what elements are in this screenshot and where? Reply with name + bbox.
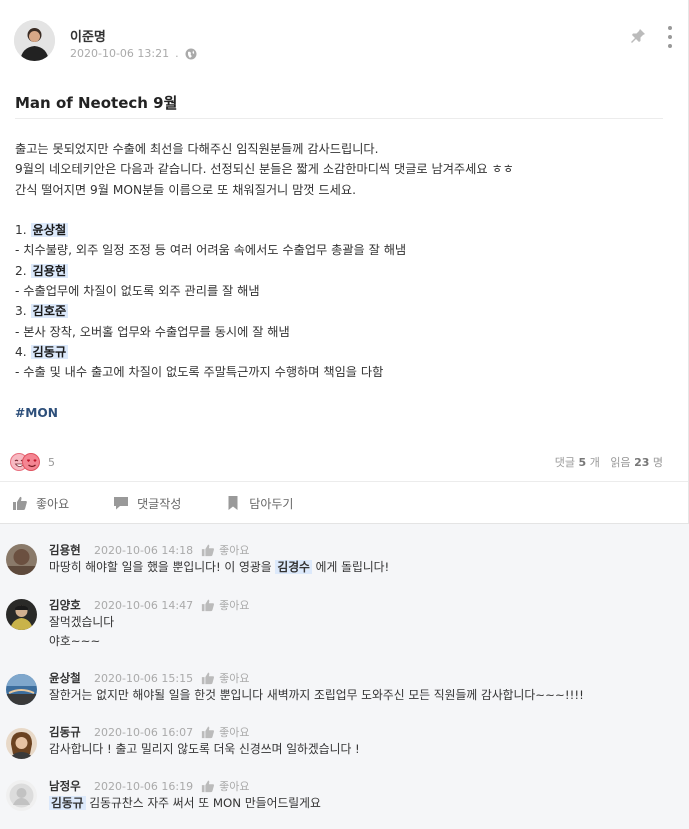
reaction-count[interactable]: 5	[48, 456, 55, 469]
thumbs-up-icon	[202, 726, 215, 739]
comment-timestamp: 2020-10-06 16:19	[94, 779, 194, 793]
winner-heading: 1. 윤상철	[15, 223, 69, 238]
divider	[0, 481, 688, 482]
mention-tag[interactable]: 김동규	[49, 796, 86, 810]
commenter-name[interactable]: 남정우	[49, 778, 81, 794]
post-stats: 댓글 5 개 읽음 23 명	[554, 456, 663, 469]
commenter-name[interactable]: 김용현	[49, 542, 81, 558]
thumbs-up-icon	[13, 496, 27, 510]
intro-line: 9월의 네오테키안은 다음과 같습니다. 선정되신 분들은 짧게 소감한마디씩 …	[15, 162, 514, 177]
comment-meta: 2020-10-06 16:19 좋아요	[94, 778, 250, 794]
comment-timestamp: 2020-10-06 14:18	[94, 543, 194, 557]
post-header: 이준명 2020-10-06 13:21 .	[14, 20, 674, 64]
divider	[15, 118, 663, 119]
comment-timestamp: 2020-10-06 14:47	[94, 598, 194, 612]
commenter-avatar[interactable]	[6, 728, 37, 759]
comment-text: 김동규 김동규찬스 자주 써서 또 MON 만들어드릴게요	[49, 796, 321, 810]
author-avatar[interactable]	[14, 20, 55, 61]
winner-heading: 3. 김호준	[15, 304, 69, 319]
post-meta: 2020-10-06 13:21 .	[70, 47, 197, 60]
post-body: 출고는 못되었지만 수출에 최선을 다해주신 임직원분들께 감사드립니다. 9월…	[15, 139, 668, 423]
comment-item: 김용현 2020-10-06 14:18 좋아요 마땅히 해야할 일을 했을 뿐…	[0, 542, 689, 592]
post-title: Man of Neotech 9월	[15, 94, 178, 112]
like-button[interactable]: 좋아요	[12, 492, 69, 514]
thumbs-up-icon	[202, 599, 215, 612]
winner-desc: - 수출 및 내수 출고에 차질이 없도록 주말특근까지 수행하며 책임을 다함	[15, 365, 384, 380]
winner-desc: - 치수불량, 외주 일정 조정 등 여러 어려움 속에서도 수출업무 총괄을 …	[15, 243, 407, 258]
post-card: 이준명 2020-10-06 13:21 . Man of Neotech 9월…	[0, 0, 689, 523]
reaction-summary: 5 댓글 5 개 읽음 23 명	[10, 450, 663, 474]
write-comment-button[interactable]: 댓글작성	[113, 492, 181, 514]
winner-desc: - 본사 장착, 오버홀 업무와 수출업무를 동시에 잘 해냄	[15, 324, 290, 339]
comment-like-button[interactable]: 좋아요	[201, 724, 250, 740]
more-options-icon[interactable]	[666, 26, 674, 48]
bookmark-icon	[228, 496, 238, 510]
author-name[interactable]: 이준명	[70, 26, 106, 45]
mention-tag[interactable]: 김동규	[30, 344, 69, 359]
comment-text: 잘한거는 없지만 해야될 일을 한것 뿐입니다 새벽까지 조립업무 도와주신 모…	[49, 688, 584, 702]
comment-like-button[interactable]: 좋아요	[201, 597, 250, 613]
commenter-avatar[interactable]	[6, 780, 37, 811]
intro-line: 간식 떨어지면 9월 MON분들 이름으로 또 채워질거니 맘껏 드세요.	[15, 182, 356, 197]
comment-text: 감사합니다 ! 출고 밀리지 않도록 더욱 신경쓰며 일하겠습니다 !	[49, 742, 360, 756]
comment-timestamp: 2020-10-06 16:07	[94, 725, 194, 739]
commenter-name[interactable]: 김양호	[49, 597, 81, 613]
post-timestamp: 2020-10-06 13:21	[70, 47, 170, 60]
comment-count: 5	[578, 456, 587, 469]
mention-tag[interactable]: 김용현	[30, 263, 69, 278]
comment-like-button[interactable]: 좋아요	[201, 542, 250, 558]
thumbs-up-icon	[202, 780, 215, 793]
comment-meta: 2020-10-06 14:18 좋아요	[94, 542, 250, 558]
view-count: 23	[634, 456, 650, 469]
comment-text: 마땅히 해야할 일을 했을 뿐입니다! 이 영광을 김경수 에게 돌립니다!	[49, 560, 390, 574]
comment-item: 김동규 2020-10-06 16:07 좋아요 감사합니다 ! 출고 밀리지 …	[0, 724, 689, 774]
bookmark-button[interactable]: 담아두기	[225, 492, 293, 514]
commenter-avatar[interactable]	[6, 674, 37, 705]
comment-meta: 2020-10-06 14:47 좋아요	[94, 597, 250, 613]
commenter-name[interactable]: 윤상철	[49, 670, 81, 686]
comment-like-button[interactable]: 좋아요	[201, 670, 250, 686]
winner-heading: 2. 김용현	[15, 263, 69, 278]
comment-item: 김양호 2020-10-06 14:47 좋아요 잘먹겠습니다 야호~~~	[0, 597, 689, 667]
thumbs-up-icon	[202, 672, 215, 685]
comment-timestamp: 2020-10-06 15:15	[94, 671, 194, 685]
winner-desc: - 수출업무에 차질이 없도록 외주 관리를 잘 해냄	[15, 284, 260, 299]
winner-heading: 4. 김동규	[15, 344, 69, 359]
commenter-name[interactable]: 김동규	[49, 724, 81, 740]
comment-icon	[114, 497, 129, 510]
comment-item: 윤상철 2020-10-06 15:15 좋아요 잘한거는 없지만 해야될 일을…	[0, 670, 689, 720]
comment-meta: 2020-10-06 16:07 좋아요	[94, 724, 250, 740]
mention-tag[interactable]: 김호준	[30, 304, 69, 319]
pin-icon[interactable]	[630, 28, 646, 44]
globe-icon	[185, 48, 197, 59]
intro-line: 출고는 못되었지만 수출에 최선을 다해주신 임직원분들께 감사드립니다.	[15, 142, 379, 156]
post-actions: 좋아요 댓글작성 담아두기	[12, 492, 337, 514]
commenter-avatar[interactable]	[6, 544, 37, 575]
comment-like-button[interactable]: 좋아요	[201, 778, 250, 794]
heart-eyes-emoji-icon[interactable]	[22, 453, 40, 471]
mention-tag[interactable]: 윤상철	[30, 223, 69, 238]
comment-item: 남정우 2020-10-06 16:19 좋아요 김동규 김동규찬스 자주 써서…	[0, 778, 689, 828]
comment-list: 김용현 2020-10-06 14:18 좋아요 마땅히 해야할 일을 했을 뿐…	[0, 523, 689, 829]
hashtag-link[interactable]: #MON	[15, 403, 668, 423]
mention-tag[interactable]: 김경수	[275, 560, 312, 574]
comment-text: 잘먹겠습니다 야호~~~	[49, 615, 115, 648]
commenter-avatar[interactable]	[6, 599, 37, 630]
comment-meta: 2020-10-06 15:15 좋아요	[94, 670, 250, 686]
thumbs-up-icon	[202, 544, 215, 557]
